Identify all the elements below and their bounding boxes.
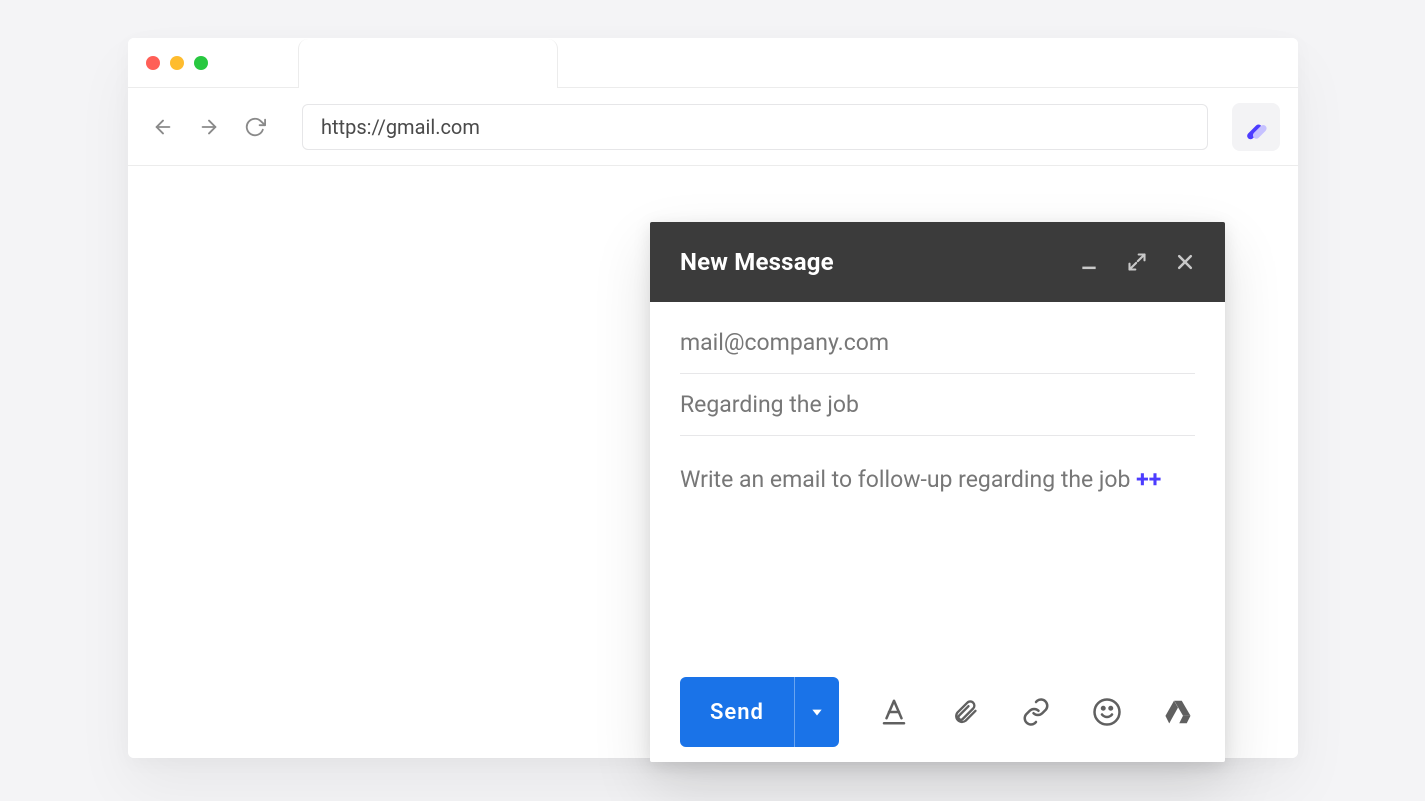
attach-button[interactable] [948, 695, 981, 729]
minimize-icon [1079, 252, 1099, 272]
arrow-left-icon [152, 116, 174, 138]
caret-down-icon [810, 705, 824, 719]
to-value: mail@company.com [680, 329, 889, 356]
fullscreen-window-button[interactable] [194, 56, 208, 70]
send-button-group: Send [680, 677, 839, 747]
forward-button[interactable] [192, 110, 226, 144]
send-button[interactable]: Send [680, 677, 795, 747]
compose-toolbar: Send [650, 662, 1225, 762]
reload-button[interactable] [238, 110, 272, 144]
insert-drive-button[interactable] [1162, 695, 1195, 729]
browser-tab[interactable] [298, 39, 558, 88]
tab-strip [128, 38, 1298, 88]
insert-link-button[interactable] [1019, 695, 1052, 729]
text-format-icon [879, 697, 909, 727]
expand-button[interactable] [1127, 252, 1147, 272]
reload-icon [244, 116, 266, 138]
drive-icon [1163, 697, 1193, 727]
insert-emoji-button[interactable] [1091, 695, 1124, 729]
compose-body: mail@company.com Regarding the job Write… [650, 302, 1225, 662]
paperclip-icon [951, 698, 979, 726]
send-options-button[interactable] [795, 677, 839, 747]
to-field[interactable]: mail@company.com [680, 312, 1195, 374]
body-trigger: ++ [1136, 466, 1161, 493]
extension-button[interactable] [1232, 103, 1280, 151]
compose-title: New Message [680, 248, 1079, 276]
minimize-window-button[interactable] [170, 56, 184, 70]
close-compose-button[interactable] [1175, 252, 1195, 272]
back-button[interactable] [146, 110, 180, 144]
subject-field[interactable]: Regarding the job [680, 374, 1195, 436]
formatting-button[interactable] [877, 695, 910, 729]
compose-window: New Message mail@company.com Regarding t… [650, 222, 1225, 762]
compose-header: New Message [650, 222, 1225, 302]
link-icon [1021, 697, 1051, 727]
close-window-button[interactable] [146, 56, 160, 70]
send-label: Send [710, 700, 764, 725]
traffic-lights [146, 56, 208, 70]
close-icon [1175, 252, 1195, 272]
minimize-button[interactable] [1079, 252, 1099, 272]
address-bar[interactable]: https://gmail.com [302, 104, 1208, 150]
body-field[interactable]: Write an email to follow-up regarding th… [680, 436, 1195, 662]
browser-toolbar: https://gmail.com [128, 88, 1298, 166]
expand-icon [1127, 252, 1147, 272]
extension-icon [1241, 112, 1271, 142]
emoji-icon [1092, 697, 1122, 727]
url-text: https://gmail.com [321, 115, 480, 139]
body-text: Write an email to follow-up regarding th… [680, 466, 1136, 493]
arrow-right-icon [198, 116, 220, 138]
window-controls [1079, 252, 1195, 272]
subject-value: Regarding the job [680, 391, 859, 418]
